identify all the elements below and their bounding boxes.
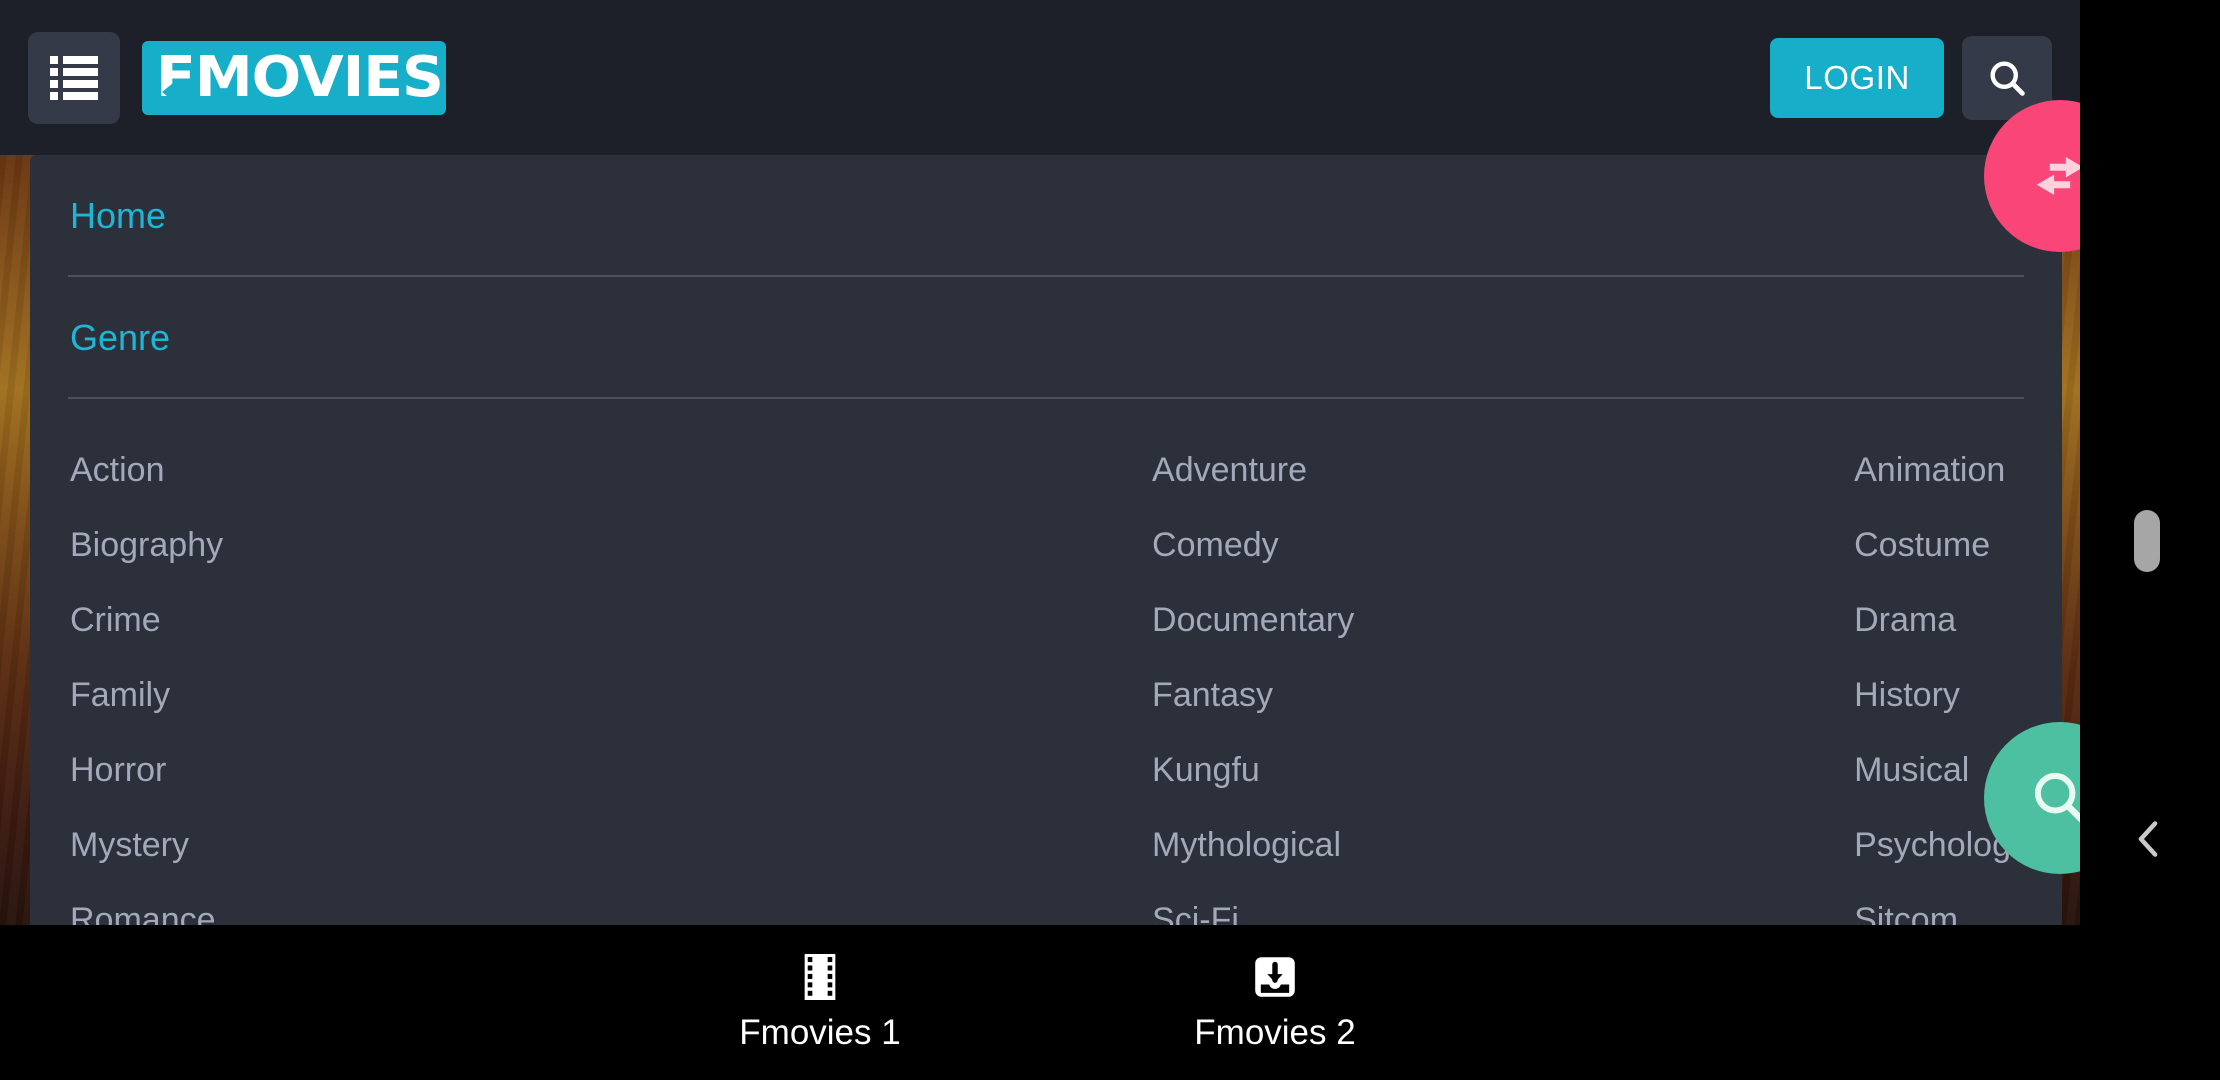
genre-item[interactable]: Fantasy — [732, 658, 1394, 733]
genre-item[interactable]: Sci-Fi — [732, 883, 1394, 930]
list-icon — [50, 55, 98, 100]
genre-item[interactable]: Comedy — [732, 508, 1394, 583]
bottom-nav-label: Fmovies 2 — [1194, 1013, 1356, 1052]
genre-item[interactable]: Musical — [1394, 733, 2062, 808]
genre-item[interactable]: Crime — [70, 583, 732, 658]
genre-item[interactable]: Mystery — [70, 808, 732, 883]
bottom-nav-label: Fmovies 1 — [739, 1013, 901, 1052]
genre-item[interactable]: History — [1394, 658, 2062, 733]
screen: FMOVIES LOGIN Home Genre Action Adventur… — [0, 0, 2220, 1080]
genre-item[interactable]: Costume — [1394, 508, 2062, 583]
genre-item[interactable]: Kungfu — [732, 733, 1394, 808]
bottom-navigation-bar: Fmovies 1 Fmovies 2 — [0, 925, 2080, 1080]
genre-item[interactable]: Drama — [1394, 583, 2062, 658]
genre-list: Action Adventure Animation Biography Com… — [30, 399, 2062, 930]
bottom-nav-item-fmovies-2[interactable]: Fmovies 2 — [1175, 951, 1375, 1053]
login-button[interactable]: LOGIN — [1770, 37, 1944, 118]
fmovies-logo[interactable]: FMOVIES — [142, 40, 446, 115]
play-triangle-icon — [162, 78, 178, 105]
logo-text: FMOVIES — [156, 44, 444, 110]
film-strip-icon — [792, 951, 848, 1003]
genre-item[interactable]: Animation — [1394, 433, 2062, 508]
divider — [68, 397, 2024, 399]
nav-item-home[interactable]: Home — [30, 155, 2062, 275]
system-navigation-strip — [2080, 0, 2220, 1080]
genre-item[interactable]: Biography — [70, 508, 732, 583]
menu-button[interactable] — [28, 31, 120, 124]
genre-item[interactable]: Documentary — [732, 583, 1394, 658]
genre-item[interactable]: Horror — [70, 733, 732, 808]
app-header: FMOVIES LOGIN — [0, 0, 2080, 155]
genre-section: Genre — [30, 277, 2062, 399]
genre-item[interactable]: Sitcom — [1394, 883, 2062, 930]
genre-item[interactable]: Mythological — [732, 808, 1394, 883]
navigation-drawer-panel: Home Genre Action Adventure Animation Bi… — [30, 155, 2062, 930]
header-left-group: FMOVIES — [28, 0, 446, 155]
genre-item[interactable]: Psychological — [1394, 808, 2062, 883]
download-inbox-icon — [1247, 951, 1303, 1003]
genre-item[interactable]: Adventure — [732, 433, 1394, 508]
back-button[interactable] — [2128, 808, 2168, 870]
vertical-scrollbar-thumb[interactable] — [2134, 510, 2160, 572]
chevron-left-icon — [2138, 821, 2158, 857]
search-icon — [1990, 60, 2025, 96]
home-section: Home — [30, 155, 2062, 277]
bottom-nav-item-fmovies-1[interactable]: Fmovies 1 — [720, 951, 920, 1053]
genre-item[interactable]: Action — [70, 433, 732, 508]
nav-item-genre[interactable]: Genre — [30, 277, 2062, 397]
genre-item[interactable]: Family — [70, 658, 732, 733]
genre-item[interactable]: Romance — [70, 883, 732, 930]
